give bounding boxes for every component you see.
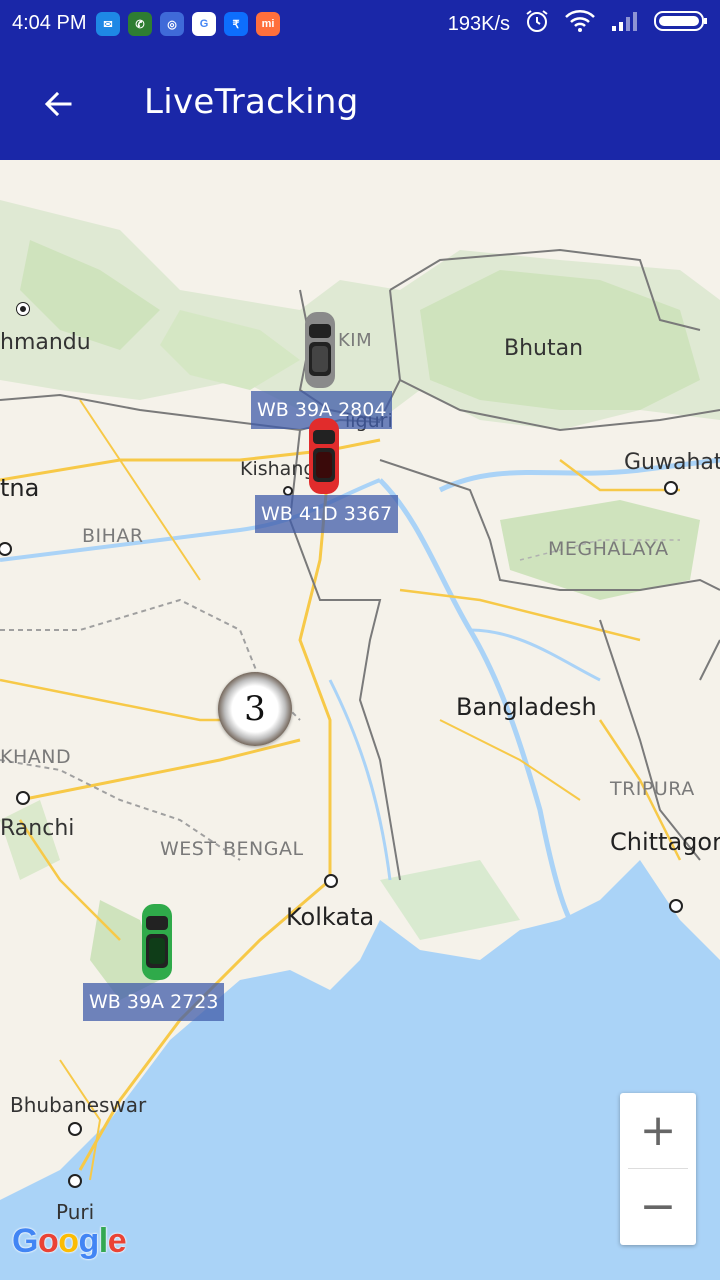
- map-view[interactable]: hmandu KIM Bhutan liguri Kishange Guwaha…: [0, 160, 720, 1280]
- ranchi-dot: [16, 791, 30, 805]
- vehicle-marker-red[interactable]: [306, 416, 342, 496]
- map-label-bhutan: Bhutan: [504, 336, 584, 361]
- map-label-jharkhand: KHAND: [0, 746, 72, 768]
- app-bar: LiveTracking: [0, 48, 720, 160]
- map-label-meghalaya: MEGHALAYA: [548, 538, 669, 560]
- zoom-out-button[interactable]: −: [620, 1169, 696, 1244]
- vehicle-plate-label[interactable]: WB 41D 3367: [255, 495, 399, 533]
- mi-icon: mi: [256, 12, 280, 36]
- whatsapp-icon: ✆: [128, 12, 152, 36]
- google-logo-letter: e: [107, 1222, 127, 1260]
- map-label-bihar: BIHAR: [82, 525, 144, 547]
- page-title: LiveTracking: [144, 82, 359, 122]
- map-label-kolkata: Kolkata: [286, 903, 375, 931]
- map-label-bhubaneswar: Bhubaneswar: [10, 1093, 147, 1117]
- map-label-ranchi: Ranchi: [0, 816, 75, 841]
- google-icon: G: [192, 12, 216, 36]
- back-arrow-icon: [44, 91, 72, 117]
- zoom-controls: + −: [620, 1093, 696, 1245]
- vehicle-marker-grey[interactable]: [302, 310, 338, 390]
- map-label-puri: Puri: [56, 1200, 95, 1224]
- vehicle-marker-green[interactable]: [139, 902, 175, 982]
- back-button[interactable]: [32, 76, 84, 132]
- map-label-chittagong: Chittagor: [610, 828, 720, 856]
- puri-dot: [68, 1174, 82, 1188]
- status-right: 193K/s: [448, 10, 708, 38]
- map-label-guwahati: Guwahati: [624, 450, 720, 475]
- kolkata-dot: [324, 874, 338, 888]
- wifi-icon: [564, 9, 596, 39]
- map-label-patna: tna: [0, 474, 40, 502]
- google-logo-letter: o: [58, 1222, 79, 1260]
- messenger-icon: ✉: [96, 12, 120, 36]
- chittagong-dot: [669, 899, 683, 913]
- alarm-icon: [524, 8, 550, 40]
- signal-icon: [610, 10, 640, 38]
- map-label-sikkim: KIM: [338, 330, 373, 351]
- map-label-kathmandu: hmandu: [0, 330, 91, 355]
- map-label-bangladesh: Bangladesh: [456, 693, 597, 721]
- kathmandu-dot: [17, 303, 29, 315]
- guwahati-dot: [664, 481, 678, 495]
- zoom-in-button[interactable]: +: [620, 1093, 696, 1168]
- battery-icon: [654, 9, 708, 39]
- vehicle-plate-label[interactable]: WB 39A 2723: [83, 983, 225, 1021]
- vehicle-cluster-marker[interactable]: 3: [218, 672, 292, 746]
- status-bar: 4:04 PM ✉ ✆ ◎ G ₹ mi 193K/s: [0, 0, 720, 48]
- utsonmobile-icon: ◎: [160, 12, 184, 36]
- google-logo-letter: o: [37, 1222, 59, 1260]
- map-label-west-bengal: WEST BENGAL: [160, 838, 304, 860]
- bhubaneswar-dot: [68, 1122, 82, 1136]
- google-logo: Google: [12, 1222, 127, 1261]
- status-time: 4:04 PM: [12, 12, 87, 34]
- paytm-icon: ₹: [224, 12, 248, 36]
- map-label-tripura: TRIPURA: [610, 778, 695, 800]
- cluster-count: 3: [244, 689, 266, 729]
- google-logo-letter: g: [78, 1222, 100, 1260]
- google-logo-letter: l: [98, 1222, 108, 1260]
- google-logo-letter: G: [12, 1222, 38, 1260]
- network-speed: 193K/s: [447, 12, 510, 35]
